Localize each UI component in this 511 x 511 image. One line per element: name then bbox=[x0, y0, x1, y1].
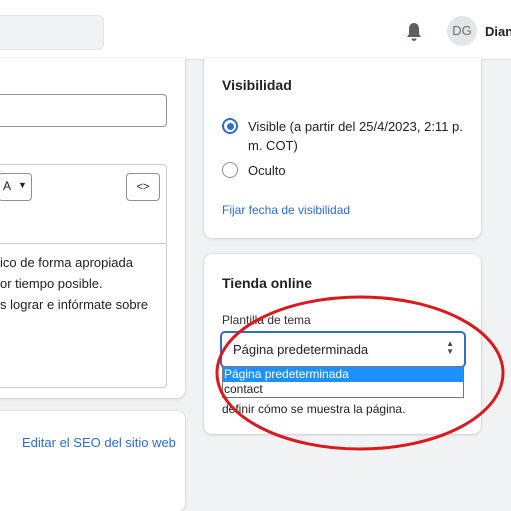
visible-radio[interactable] bbox=[222, 118, 238, 134]
edit-seo-link[interactable]: Editar el SEO del sitio web bbox=[22, 435, 176, 450]
editor-text-line: s lograr e infórmate sobre bbox=[0, 297, 149, 312]
theme-template-select[interactable]: Página predeterminada ▲ ▼ bbox=[221, 332, 465, 367]
theme-template-options: Página predeterminada contact bbox=[222, 366, 464, 398]
seo-card: Editar el SEO del sitio web bbox=[0, 411, 185, 511]
theme-template-label: Plantilla de tema bbox=[222, 313, 311, 327]
text-color-icon: A bbox=[3, 179, 12, 193]
visibility-card: Visibilidad Visible (a partir del 25/4/2… bbox=[204, 58, 481, 238]
search-input[interactable] bbox=[0, 15, 104, 50]
content-card: A ▼ <> ico de forma apropiada or tiempo … bbox=[0, 58, 185, 398]
visible-option-label: Visible (a partir del 25/4/2023, 2:11 p.… bbox=[248, 119, 463, 153]
select-arrows-icon: ▲ ▼ bbox=[446, 339, 454, 356]
editor-text-line: ico de forma apropiada bbox=[0, 255, 133, 270]
rich-text-editor[interactable]: A ▼ <> ico de forma apropiada or tiempo … bbox=[0, 164, 167, 388]
text-color-dropdown[interactable]: A ▼ bbox=[0, 173, 32, 201]
template-help-text: definir cómo se muestra la página. bbox=[222, 402, 406, 416]
editor-body[interactable]: ico de forma apropiada or tiempo posible… bbox=[0, 244, 166, 315]
online-store-title: Tienda online bbox=[222, 275, 312, 291]
chevron-down-icon: ▼ bbox=[18, 180, 27, 190]
bell-icon[interactable] bbox=[405, 22, 423, 42]
show-html-button[interactable]: <> bbox=[126, 173, 160, 201]
option-contact[interactable]: contact bbox=[223, 382, 463, 397]
theme-template-value: Página predeterminada bbox=[233, 342, 369, 357]
set-visibility-date-link[interactable]: Fijar fecha de visibilidad bbox=[222, 203, 350, 217]
option-default-page[interactable]: Página predeterminada bbox=[223, 367, 463, 382]
online-store-card: Tienda online Plantilla de tema Página p… bbox=[204, 254, 481, 434]
hidden-radio[interactable] bbox=[222, 162, 238, 178]
avatar[interactable]: DG bbox=[447, 16, 477, 46]
top-bar: DG Dian bbox=[0, 0, 511, 60]
user-name[interactable]: Dian bbox=[485, 24, 511, 39]
editor-text-line: or tiempo posible. bbox=[0, 276, 103, 291]
title-input[interactable] bbox=[0, 94, 167, 127]
visibility-title: Visibilidad bbox=[222, 77, 292, 93]
editor-toolbar: A ▼ <> bbox=[0, 165, 166, 244]
hidden-option-label: Oculto bbox=[248, 163, 286, 178]
